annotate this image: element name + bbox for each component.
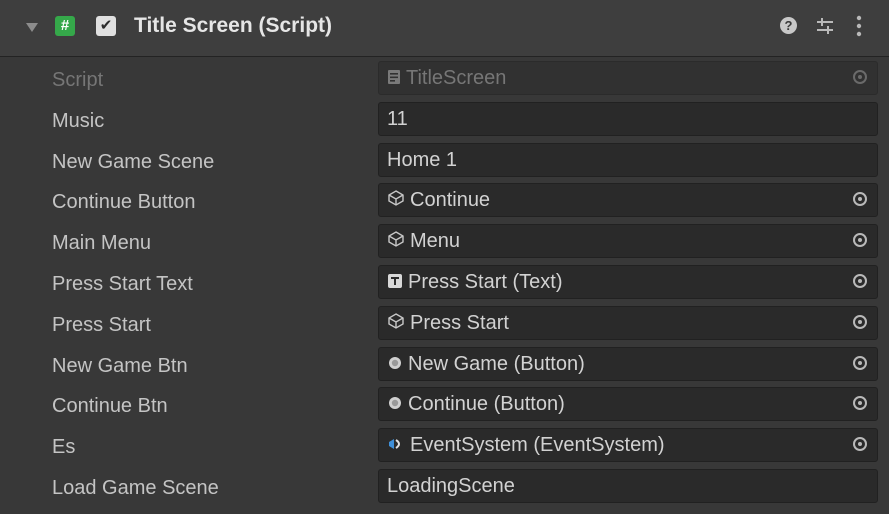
component-header[interactable]: # ✔ Title Screen (Script) ? <box>0 0 889 57</box>
button-component-icon <box>387 393 408 415</box>
object-reference-field[interactable]: Menu <box>378 224 878 259</box>
property-row: Music 11 <box>0 100 889 141</box>
property-label: Main Menu <box>52 232 151 255</box>
property-row: Continue Btn Continue (Button) <box>0 385 889 426</box>
property-label: Press Start Text <box>52 273 193 295</box>
object-reference-field[interactable]: Press Start <box>378 305 878 340</box>
property-label: Continue Btn <box>52 395 168 418</box>
property-row: Main Menu Menu <box>0 222 889 263</box>
property-label: Script <box>52 69 104 91</box>
script-asset-icon <box>387 67 406 89</box>
field-value-text: 11 <box>387 107 408 130</box>
property-row: New Game Btn New Game (Button) <box>0 345 889 386</box>
field-value-text: LoadingScene <box>387 475 515 497</box>
object-reference-field[interactable]: Continue <box>378 183 878 218</box>
text-field[interactable]: Home 1 <box>378 142 878 177</box>
property-row: Press Start Press Start <box>0 304 889 345</box>
object-reference-field[interactable]: Continue (Button) <box>378 387 878 422</box>
text-field[interactable]: 11 <box>378 101 878 136</box>
field-value-text: EventSystem (EventSystem) <box>410 434 665 457</box>
text-component-icon <box>387 271 408 293</box>
field-value: Menu <box>387 229 460 253</box>
help-icon[interactable]: ? <box>780 17 797 34</box>
property-label: Music <box>52 109 105 132</box>
property-label: New Game Btn <box>52 354 188 377</box>
object-picker-icon[interactable] <box>853 355 867 370</box>
object-reference-field[interactable]: Press Start (Text) <box>378 265 878 299</box>
gameobject-icon <box>387 312 410 334</box>
field-value: Press Start (Text) <box>387 270 562 294</box>
object-picker-icon[interactable] <box>853 396 867 411</box>
property-row: Press Start Text Press Start (Text) <box>0 263 889 304</box>
property-label: Press Start <box>52 313 151 336</box>
property-label: New Game Scene <box>52 150 215 173</box>
property-row: Es EventSystem (EventSystem) <box>0 426 889 467</box>
property-row: Script TitleScreen <box>0 59 889 100</box>
object-picker-icon[interactable] <box>853 192 867 207</box>
inspector-panel: # ✔ Title Screen (Script) ? Script TitleS… <box>0 0 889 514</box>
field-value-text: Menu <box>410 230 461 253</box>
gameobject-icon <box>387 230 410 252</box>
object-picker-icon[interactable] <box>853 274 867 288</box>
property-label: Es <box>52 436 76 459</box>
object-picker-icon[interactable] <box>853 233 867 248</box>
context-menu-icon[interactable] <box>854 14 864 38</box>
button-component-icon <box>387 353 408 375</box>
object-picker-icon[interactable] <box>853 314 867 329</box>
property-label: Continue Button <box>52 191 196 214</box>
field-value-text: Continue (Button) <box>408 393 565 416</box>
field-value-text: New Game (Button) <box>408 352 585 375</box>
text-field[interactable]: LoadingScene <box>378 469 878 503</box>
object-picker-icon <box>853 70 867 84</box>
foldout-arrow-icon[interactable] <box>26 23 38 32</box>
field-value: New Game (Button) <box>387 352 585 376</box>
gameobject-icon <box>387 189 410 211</box>
field-value: 11 <box>387 107 408 131</box>
property-label: Load Game Scene <box>52 477 219 499</box>
object-reference-field[interactable]: EventSystem (EventSystem) <box>378 428 878 463</box>
property-row: New Game Scene Home 1 <box>0 141 889 182</box>
object-reference-field[interactable]: New Game (Button) <box>378 346 878 381</box>
eventsystem-icon <box>387 434 410 456</box>
presets-icon[interactable] <box>814 15 836 37</box>
field-value: Continue (Button) <box>387 392 565 416</box>
object-reference-field: TitleScreen <box>378 61 878 95</box>
field-value: LoadingScene <box>387 474 515 498</box>
field-value-text: Home 1 <box>387 148 458 171</box>
object-picker-icon[interactable] <box>853 437 867 452</box>
field-value: Press Start <box>387 311 509 335</box>
field-value-text: Press Start <box>410 311 509 334</box>
property-row: Continue Button Continue <box>0 181 889 222</box>
field-value: Home 1 <box>387 148 457 172</box>
component-title[interactable]: Title Screen (Script) <box>134 13 332 39</box>
field-value: EventSystem (EventSystem) <box>387 433 665 457</box>
field-value-text: Press Start (Text) <box>408 271 563 293</box>
field-value: Continue <box>387 188 490 212</box>
field-value: TitleScreen <box>387 66 506 90</box>
field-value-text: Continue <box>410 189 491 212</box>
field-value-text: TitleScreen <box>406 67 507 89</box>
script-icon: # <box>55 16 75 36</box>
enabled-checkbox[interactable]: ✔ <box>96 16 116 36</box>
property-row: Load Game Scene LoadingScene <box>0 467 889 508</box>
